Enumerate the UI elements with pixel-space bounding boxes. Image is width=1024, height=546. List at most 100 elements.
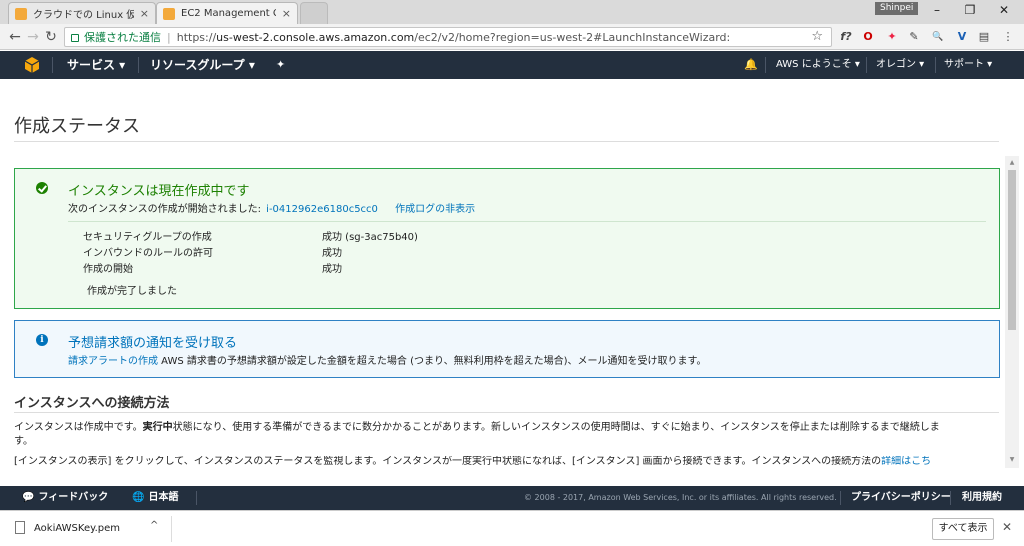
scroll-down-icon[interactable]: ▼ [1008,456,1016,464]
secure-label: 保護された通信 [84,31,161,44]
success-title: インスタンスは現在作成中です [68,184,250,199]
launch-started-text: 次のインスタンスの作成が開始されました: [68,204,261,215]
back-icon[interactable]: ← [6,28,24,46]
status-value: 成功 (sg-3ac75b40) [322,232,418,243]
connect-paragraph-1: インスタンスは作成中です。実行中状態になり、使用する準備ができるまでに数分かかる… [14,421,999,449]
minimize-button[interactable]: – [921,0,953,20]
extension-v-icon[interactable]: V [954,29,970,45]
url-separator: | [167,30,171,44]
nav-divider [138,57,139,73]
new-tab-button[interactable] [300,2,328,24]
connect-paragraph-2: [インスタンスの表示] をクリックして、インスタンスのステータスを監視します。イ… [14,456,999,466]
close-download-bar-icon[interactable]: ✕ [1002,520,1012,534]
content-scrollbar[interactable]: ▲ ▼ [1005,156,1019,468]
title-divider [14,141,999,142]
extension-docs-icon[interactable]: ▤ [976,29,992,45]
section-divider [14,412,999,413]
nav-divider [52,57,53,73]
speech-bubble-icon: 💬 [22,492,35,503]
status-value: 成功 [322,248,342,259]
footer-divider [950,491,951,505]
status-label: 作成の開始 [83,264,133,275]
pin-icon[interactable]: ✦ [276,51,285,79]
notifications-bell-icon[interactable]: 🔔 [744,51,758,79]
tab-close-icon[interactable]: × [140,7,149,20]
learn-more-link[interactable]: 詳細はこち [881,456,931,466]
connect-text: 状態になり、使用する準備ができるまでに数分かかることがあります。新しいインスタン… [172,422,940,433]
extension-pen-icon[interactable]: ✎ [906,29,922,45]
resource-groups-menu[interactable]: リソースグループ ▾ [150,51,255,79]
browser-menu-icon[interactable]: ⋮ [1000,29,1016,45]
aws-top-nav: サービス ▾ リソースグループ ▾ ✦ 🔔 AWS にようこそ ▾ オレゴン ▾… [0,51,1024,79]
forward-icon[interactable]: → [24,28,42,46]
page-title: 作成ステータス [14,116,140,137]
billing-alert-info: i 予想請求額の通知を受け取る 請求アラートの作成 AWS 請求書の予想請求額が… [14,320,1000,378]
connect-paragraph-2-clip: [インスタンスの表示] をクリックして、インスタンスのステータスを監視します。イ… [14,456,999,466]
extension-opera-icon[interactable]: O [860,29,876,45]
url-path: /ec2/v2/home?region=us-west-2#LaunchInst… [414,30,731,44]
aws-cube-logo-icon[interactable] [24,56,40,74]
extension-search-icon[interactable]: 🔍 [930,29,946,45]
browser-tab-linux-vm[interactable]: クラウドでの Linux 仮想マシ × [8,2,156,24]
download-divider [171,516,172,542]
scroll-thumb[interactable] [1008,170,1016,330]
footer-divider [196,491,197,505]
info-icon: i [36,334,48,346]
restore-button[interactable]: ❐ [954,0,986,20]
browser-tab-ec2[interactable]: EC2 Management Conso × [156,2,298,24]
nav-divider [866,57,867,73]
support-menu[interactable]: サポート ▾ [944,51,992,79]
success-check-icon [36,182,48,194]
bookmark-star-icon[interactable]: ☆ [811,29,823,44]
extension-pinwheel-icon[interactable]: ✦ [884,29,900,45]
hide-log-link[interactable]: 作成ログの非表示 [395,204,475,215]
success-divider [68,221,986,222]
close-window-button[interactable]: ✕ [988,0,1020,20]
language-selector[interactable]: 🌐 日本語 [132,486,178,510]
billing-line: 請求アラートの作成 AWS 請求書の予想請求額が設定した金額を超えた場合 (つま… [68,352,706,367]
nav-divider [935,57,936,73]
feedback-label: フィードバック [38,492,109,503]
account-menu[interactable]: AWS にようこそ ▾ [776,51,860,79]
language-label: 日本語 [148,492,179,503]
browser-tabstrip: クラウドでの Linux 仮想マシ × EC2 Management Conso… [0,0,1024,24]
show-all-downloads-button[interactable]: すべて表示 [932,518,994,540]
scroll-up-icon[interactable]: ▲ [1008,159,1016,167]
download-options-chevron-icon[interactable]: ^ [150,520,158,531]
aws-favicon-icon [15,7,27,20]
browser-toolbar: ← → ↻ 保護された通信 | https://us-west-2.consol… [0,24,1024,50]
download-bar: AokiAWSKey.pem ^ すべて表示 ✕ [0,510,1024,546]
launch-success-alert: インスタンスは現在作成中です 次のインスタンスの作成が開始されました: i-04… [14,168,1000,309]
download-filename[interactable]: AokiAWSKey.pem [34,523,120,534]
nav-divider [765,57,766,73]
tab-close-icon[interactable]: × [282,7,291,20]
address-bar[interactable]: 保護された通信 | https://us-west-2.console.aws.… [64,27,832,47]
reload-icon[interactable]: ↻ [42,28,60,46]
terms-link[interactable]: 利用規約 [962,486,1002,510]
billing-text: AWS 請求書の予想請求額が設定した金額を超えた場合 (つまり、無料利用枠を超え… [158,356,707,367]
privacy-policy-link[interactable]: プライバシーポリシー [851,486,951,510]
feedback-button[interactable]: 💬 フィードバック [22,486,108,510]
connect-text: [インスタンスの表示] をクリックして、インスタンスのステータスを監視します。イ… [14,456,882,466]
status-value: 成功 [322,264,342,275]
globe-icon: 🌐 [132,492,145,503]
profile-badge[interactable]: Shinpei [875,2,919,15]
launch-complete-text: 作成が完了しました [87,286,177,297]
aws-favicon-icon [163,7,175,20]
launch-started-line: 次のインスタンスの作成が開始されました: i-0412962e6180c5cc0… [68,200,475,215]
lock-icon [71,34,79,42]
connect-text: す。 [14,436,33,447]
extension-fq-icon[interactable]: f? [838,29,854,45]
url-text: https://us-west-2.console.aws.amazon.com… [177,31,731,44]
instance-id-link[interactable]: i-0412962e6180c5cc0 [266,204,378,215]
region-menu[interactable]: オレゴン ▾ [876,51,924,79]
aws-footer: 💬 フィードバック 🌐 日本語 © 2008 - 2017, Amazon Web … [0,486,1024,510]
services-menu[interactable]: サービス ▾ [67,51,125,79]
url-host: us-west-2.console.aws.amazon.com [216,30,415,44]
status-label: セキュリティグループの作成 [83,232,212,243]
status-label: インバウンドのルールの許可 [83,248,213,259]
billing-title: 予想請求額の通知を受け取る [68,336,238,351]
create-billing-alert-link[interactable]: 請求アラートの作成 [68,356,158,367]
running-state-text: 実行中 [142,422,173,433]
tab-title: EC2 Management Conso [181,8,276,19]
